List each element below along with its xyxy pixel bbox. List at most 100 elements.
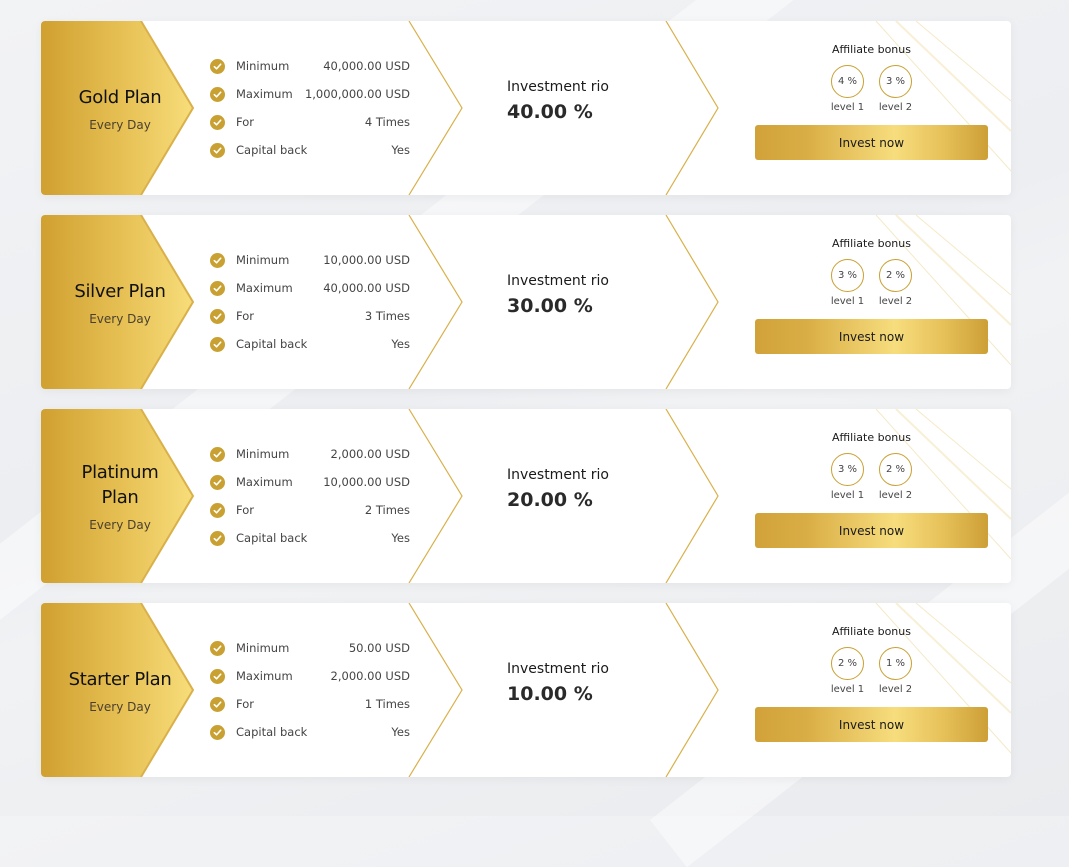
plan-features: Minimum 10,000.00 USD Maximum 40,000.00 … (210, 246, 410, 358)
invest-now-button[interactable]: Invest now (755, 513, 988, 548)
feature-label: Minimum (236, 253, 290, 267)
plan-card-starter: Starter Plan Every Day Minimum 50.00 USD… (41, 603, 1011, 777)
check-circle-icon (210, 308, 225, 324)
affiliate-block: Affiliate bonus 3 % level 1 2 % level 2 … (755, 237, 988, 354)
affiliate-title: Affiliate bonus (832, 43, 911, 56)
check-circle-icon (210, 668, 225, 684)
level-label: level 2 (878, 296, 913, 307)
level-percent-badge: 1 % (879, 647, 912, 680)
feature-value: Yes (391, 337, 410, 351)
feature-row-capital-back: Capital back Yes (210, 136, 410, 164)
affiliate-level-1: 3 % level 1 (831, 453, 865, 501)
affiliate-level-2: 2 % level 2 (879, 453, 913, 501)
invest-now-button[interactable]: Invest now (755, 319, 988, 354)
feature-row-maximum: Maximum 2,000.00 USD (210, 662, 410, 690)
plan-name-block: Platinum Plan Every Day (41, 409, 199, 583)
feature-value: 10,000.00 USD (323, 475, 410, 489)
feature-value: 2 Times (364, 503, 410, 517)
affiliate-block: Affiliate bonus 3 % level 1 2 % level 2 … (755, 431, 988, 548)
plan-card-gold: Gold Plan Every Day Minimum 40,000.00 US… (41, 21, 1011, 195)
feature-row-minimum: Minimum 2,000.00 USD (210, 440, 410, 468)
plan-title: Silver Plan (74, 280, 166, 302)
check-circle-icon (210, 58, 225, 74)
feature-value: 50.00 USD (348, 641, 410, 655)
feature-label: Minimum (236, 641, 290, 655)
feature-value: Yes (391, 725, 410, 739)
plan-card-platinum: Platinum Plan Every Day Minimum 2,000.00… (41, 409, 1011, 583)
roi-block: Investment rio 40.00 % (507, 79, 609, 123)
level-percent-badge: 2 % (879, 259, 912, 292)
roi-block: Investment rio 20.00 % (507, 467, 609, 511)
check-circle-icon (210, 280, 225, 296)
feature-value: 3 Times (364, 309, 410, 323)
level-label: level 2 (878, 102, 913, 113)
feature-label: For (236, 309, 254, 323)
feature-row-maximum: Maximum 10,000.00 USD (210, 468, 410, 496)
level-percent-badge: 3 % (879, 65, 912, 98)
feature-row-minimum: Minimum 40,000.00 USD (210, 52, 410, 80)
roi-label: Investment rio (507, 661, 609, 677)
feature-label: Minimum (236, 59, 290, 73)
affiliate-title: Affiliate bonus (832, 237, 911, 250)
feature-row-maximum: Maximum 40,000.00 USD (210, 274, 410, 302)
feature-label: For (236, 503, 254, 517)
affiliate-level-2: 3 % level 2 (879, 65, 913, 113)
check-circle-icon (210, 336, 225, 352)
check-circle-icon (210, 446, 225, 462)
affiliate-title: Affiliate bonus (832, 625, 911, 638)
level-label: level 2 (878, 490, 913, 501)
feature-value: Yes (391, 143, 410, 157)
roi-value: 40.00 % (507, 101, 593, 123)
check-circle-icon (210, 696, 225, 712)
feature-value: 10,000.00 USD (323, 253, 410, 267)
feature-label: Maximum (236, 87, 293, 101)
affiliate-levels: 3 % level 1 2 % level 2 (755, 453, 988, 501)
roi-value: 20.00 % (507, 489, 593, 511)
affiliate-level-1: 3 % level 1 (831, 259, 865, 307)
check-circle-icon (210, 640, 225, 656)
plan-period: Every Day (89, 518, 151, 532)
roi-label: Investment rio (507, 273, 609, 289)
affiliate-levels: 2 % level 1 1 % level 2 (755, 647, 988, 695)
affiliate-level-2: 1 % level 2 (879, 647, 913, 695)
level-label: level 1 (830, 490, 865, 501)
feature-value: 2,000.00 USD (330, 447, 410, 461)
feature-row-for: For 4 Times (210, 108, 410, 136)
feature-value: 1 Times (364, 697, 410, 711)
check-circle-icon (210, 252, 225, 268)
plans-list: Gold Plan Every Day Minimum 40,000.00 US… (41, 21, 1011, 797)
affiliate-block: Affiliate bonus 4 % level 1 3 % level 2 … (755, 43, 988, 160)
feature-row-minimum: Minimum 10,000.00 USD (210, 246, 410, 274)
affiliate-level-2: 2 % level 2 (879, 259, 913, 307)
plan-features: Minimum 2,000.00 USD Maximum 10,000.00 U… (210, 440, 410, 552)
check-circle-icon (210, 724, 225, 740)
feature-row-capital-back: Capital back Yes (210, 718, 410, 746)
level-percent-badge: 2 % (879, 453, 912, 486)
roi-block: Investment rio 10.00 % (507, 661, 609, 705)
plan-name-block: Starter Plan Every Day (41, 603, 199, 777)
invest-now-button[interactable]: Invest now (755, 707, 988, 742)
feature-value: 40,000.00 USD (323, 59, 410, 73)
roi-block: Investment rio 30.00 % (507, 273, 609, 317)
feature-label: Capital back (236, 725, 308, 739)
feature-label: Maximum (236, 281, 293, 295)
check-circle-icon (210, 530, 225, 546)
feature-label: Maximum (236, 669, 293, 683)
invest-now-button[interactable]: Invest now (755, 125, 988, 160)
feature-label: For (236, 115, 254, 129)
level-label: level 1 (830, 296, 865, 307)
plan-period: Every Day (89, 311, 151, 326)
feature-row-for: For 2 Times (210, 496, 410, 524)
feature-value: 40,000.00 USD (323, 281, 410, 295)
plan-name-block: Silver Plan Every Day (41, 215, 199, 389)
roi-value: 30.00 % (507, 295, 593, 317)
affiliate-title: Affiliate bonus (832, 431, 911, 444)
feature-row-for: For 1 Times (210, 690, 410, 718)
feature-row-capital-back: Capital back Yes (210, 524, 410, 552)
affiliate-levels: 3 % level 1 2 % level 2 (755, 259, 988, 307)
feature-value: Yes (391, 531, 410, 545)
feature-label: Capital back (236, 337, 308, 351)
feature-row-minimum: Minimum 50.00 USD (210, 634, 410, 662)
plan-title: Platinum Plan (81, 462, 159, 508)
level-percent-badge: 3 % (831, 259, 864, 292)
